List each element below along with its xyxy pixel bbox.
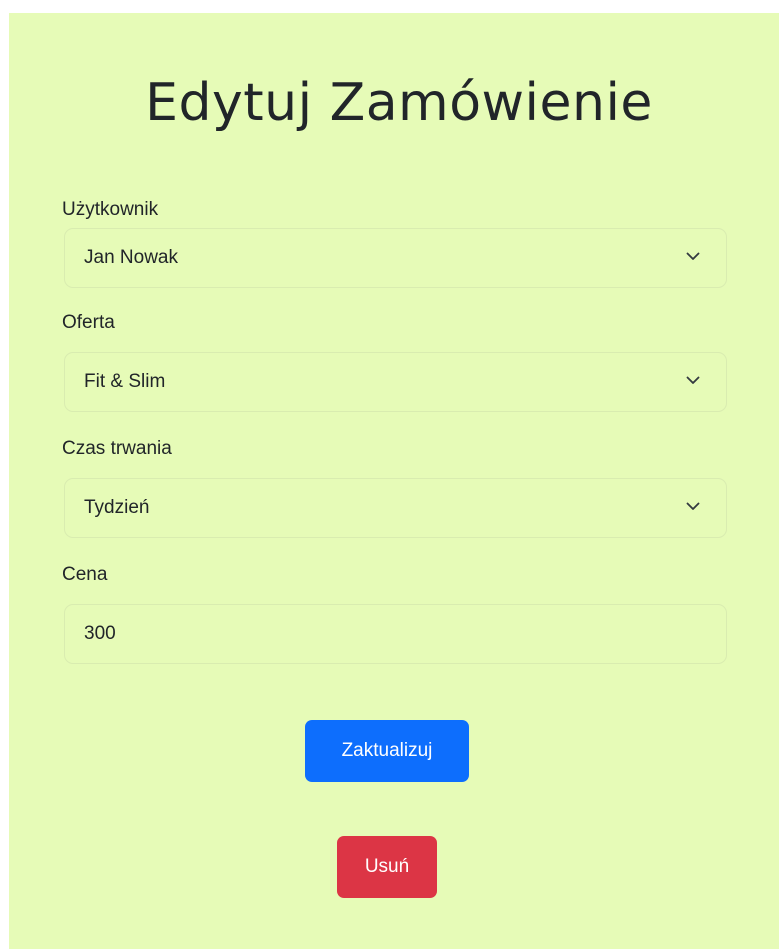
duration-select-value: Tydzień (84, 497, 150, 518)
price-input[interactable]: 300 (64, 604, 727, 664)
offer-label: Oferta (62, 312, 115, 333)
page-title: Edytuj Zamówienie (145, 73, 653, 133)
user-select[interactable]: Jan Nowak (64, 228, 727, 288)
chevron-down-icon (686, 252, 700, 260)
duration-select[interactable]: Tydzień (64, 478, 727, 538)
delete-button-label: Usuń (364, 856, 410, 877)
update-button[interactable]: Zaktualizuj (305, 720, 469, 782)
user-select-value: Jan Nowak (84, 247, 178, 268)
order-edit-card: Edytuj Zamówienie Użytkownik Jan Nowak O… (9, 13, 779, 949)
offer-select[interactable]: Fit & Slim (64, 352, 727, 412)
user-label: Użytkownik (62, 199, 159, 220)
price-input-value: 300 (84, 623, 116, 644)
duration-label: Czas trwania (62, 438, 172, 459)
chevron-down-icon (686, 502, 700, 510)
chevron-down-icon (686, 376, 700, 384)
update-button-label: Zaktualizuj (341, 740, 433, 761)
offer-select-value: Fit & Slim (84, 371, 166, 392)
price-label: Cena (62, 564, 108, 585)
delete-button[interactable]: Usuń (337, 836, 437, 898)
